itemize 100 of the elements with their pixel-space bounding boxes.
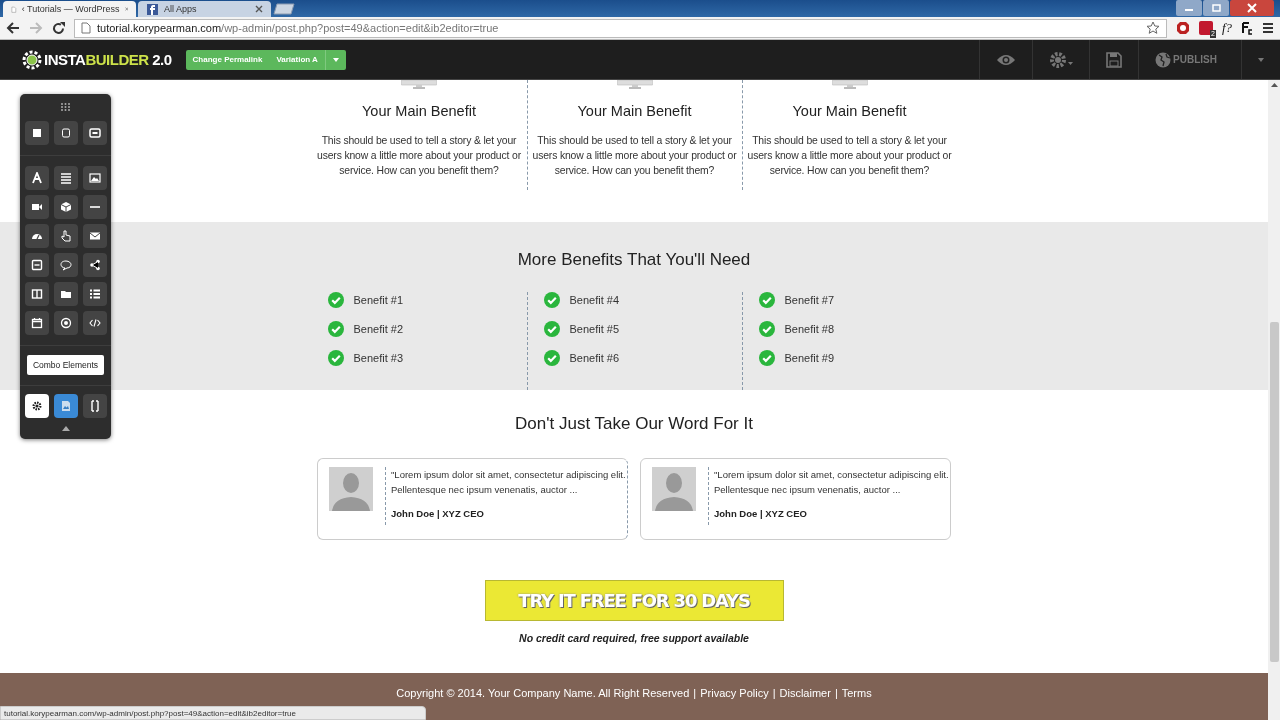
publish-button[interactable]: PUBLISH <box>1138 40 1241 79</box>
video-camera-icon <box>30 201 43 213</box>
reload-icon[interactable] <box>52 21 65 35</box>
check-icon <box>327 292 344 308</box>
separator-text: | <box>772 686 776 699</box>
benefit-label: Benefit #8 <box>784 323 835 335</box>
mode-button[interactable] <box>53 394 78 418</box>
check-icon <box>543 292 560 308</box>
browser-tab[interactable]: ‹ Tutorials — WordPress <box>3 1 136 17</box>
url-text: tutorial.korypearman.com/wp-admin/post.php?post=49&action=edit&ib2editor=true <box>97 22 499 34</box>
element-button[interactable] <box>82 311 107 335</box>
check-icon <box>543 321 560 337</box>
separator-text: | <box>834 686 838 699</box>
feature-heading: Your Main Benefit <box>792 103 907 119</box>
new-tab-button[interactable] <box>273 3 295 15</box>
star-icon[interactable] <box>1145 21 1160 35</box>
list-icon <box>88 288 101 300</box>
benefit-label: Benefit #2 <box>353 323 404 335</box>
caret-icon <box>332 58 339 62</box>
element-button[interactable] <box>53 253 78 277</box>
minimize-button[interactable] <box>1176 0 1202 16</box>
image-icon <box>88 172 101 184</box>
element-button[interactable] <box>82 253 107 277</box>
check-icon <box>758 292 775 308</box>
check-icon <box>543 350 560 366</box>
section-heading: More Benefits That You'll Need <box>517 250 751 270</box>
back-icon[interactable] <box>6 22 20 34</box>
footer-link[interactable]: Disclaimer <box>779 686 831 699</box>
scroll-up-icon[interactable] <box>1270 83 1278 87</box>
menu-icon[interactable] <box>1262 22 1274 34</box>
benefit-label: Benefit #1 <box>353 294 404 306</box>
feature-text: This should be used to tell a story & let your users know a little more about your product or service. How can you benefit them? <box>316 134 522 178</box>
copyright-text: Copyright © 2014. Your Company Name. All Right Reserved <box>396 686 690 699</box>
benefit-label: Benefit #6 <box>569 352 620 364</box>
browser-tab[interactable]: All Apps <box>138 1 271 17</box>
hand-pointer-icon <box>59 230 72 242</box>
element-button[interactable] <box>24 253 49 277</box>
element-button[interactable] <box>24 166 49 190</box>
code-icon <box>88 317 101 329</box>
facebook-icon <box>146 2 159 16</box>
scroll-thumb[interactable] <box>1269 322 1279 662</box>
monitor-icon <box>401 80 437 89</box>
check-icon <box>327 321 344 337</box>
mode-button[interactable] <box>24 394 49 418</box>
feature-heading: Your Main Benefit <box>577 103 692 119</box>
mode-button[interactable] <box>82 394 107 418</box>
element-button[interactable] <box>53 224 78 248</box>
benefit-label: Benefit #9 <box>784 352 835 364</box>
element-button[interactable] <box>24 195 49 219</box>
element-button[interactable] <box>53 311 78 335</box>
check-icon <box>758 321 775 337</box>
benefit-label: Benefit #3 <box>353 352 404 364</box>
combo-elements-button[interactable]: Combo Elements <box>26 355 105 375</box>
element-button[interactable] <box>82 121 107 145</box>
envelope-icon <box>88 230 101 242</box>
folder-icon <box>59 288 72 300</box>
quote-text: "Lorem ipsum dolor sit amet, consectetur adipiscing elit. Pellentesque nec ipsum venenatis, auctor ... <box>391 468 627 497</box>
logo-text: INSTABUILDER 2.0 <box>44 51 172 68</box>
status-url: tutorial.korypearman.com/wp-admin/post.php?post=49&action=edit&ib2editor=true <box>0 706 426 720</box>
feature-text: This should be used to tell a story & let your users know a little more about your product or service. How can you benefit them? <box>746 134 953 178</box>
footer-link[interactable]: Privacy Policy <box>700 686 769 699</box>
element-button[interactable] <box>24 121 49 145</box>
eye-icon <box>996 53 1017 66</box>
close-icon[interactable] <box>255 5 263 13</box>
settings-icon <box>30 400 43 412</box>
tab-title: All Apps <box>164 4 198 14</box>
element-button[interactable] <box>82 195 107 219</box>
globe-icon <box>1155 51 1172 68</box>
monitor-icon <box>616 80 653 89</box>
stop-sign-icon[interactable] <box>1175 21 1190 35</box>
element-button[interactable] <box>53 121 78 145</box>
element-button[interactable] <box>82 166 107 190</box>
element-button[interactable] <box>82 224 107 248</box>
element-button[interactable] <box>24 282 49 306</box>
extension-button[interactable]: f? <box>1221 20 1232 36</box>
page-icon <box>81 22 91 34</box>
element-button[interactable] <box>82 282 107 306</box>
collapse-icon[interactable] <box>61 426 70 431</box>
section-heading: Don't Just Take Our Word For It <box>515 414 753 434</box>
element-button[interactable] <box>53 282 78 306</box>
extension-icon[interactable] <box>1241 21 1253 35</box>
check-icon <box>758 350 775 366</box>
author-name: John Doe | XYZ CEO <box>714 508 808 519</box>
cube-icon <box>59 201 72 213</box>
address-field[interactable]: tutorial.korypearman.com/wp-admin/post.php?post=49&action=edit&ib2editor=true <box>74 18 1167 38</box>
speech-bubble-icon <box>59 259 72 271</box>
benefit-label: Benefit #4 <box>569 294 620 306</box>
radio-icon <box>59 317 72 329</box>
element-button[interactable] <box>53 166 78 190</box>
box-icon <box>88 127 101 139</box>
close-button[interactable] <box>1230 0 1274 16</box>
footer-link[interactable]: Terms <box>841 686 872 699</box>
element-button[interactable] <box>24 311 49 335</box>
element-button[interactable] <box>24 224 49 248</box>
drag-handle-icon[interactable] <box>61 103 70 111</box>
font-icon <box>30 172 43 184</box>
image-icon <box>59 400 72 412</box>
element-button[interactable] <box>53 195 78 219</box>
monitor-icon <box>831 80 868 89</box>
settings-icon <box>1049 50 1074 69</box>
